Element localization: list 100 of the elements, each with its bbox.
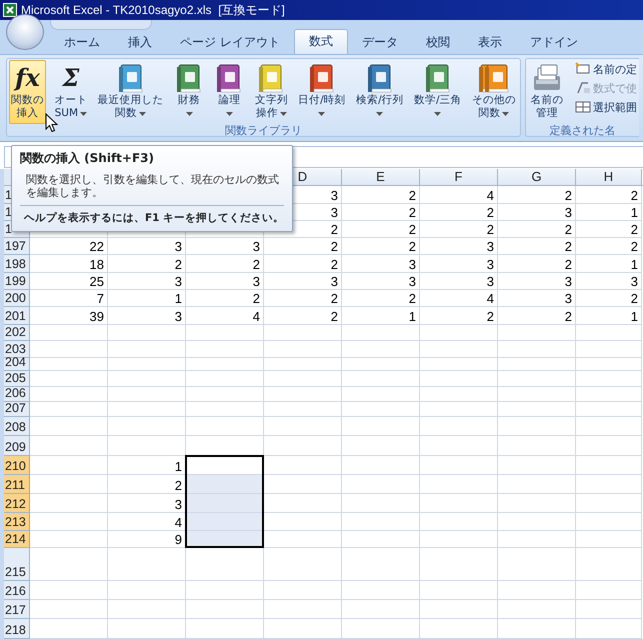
table-cell[interactable]: 9 — [108, 531, 186, 548]
table-cell[interactable]: 2 — [186, 290, 264, 307]
table-cell[interactable]: 4 — [108, 513, 186, 531]
table-cell[interactable]: 2 — [498, 255, 576, 273]
table-cell[interactable]: 3 — [498, 204, 576, 221]
table-cell[interactable]: 2 — [498, 307, 576, 325]
row-header[interactable]: 217 — [4, 600, 30, 619]
ribbon-button[interactable]: 文字列 操作 — [252, 60, 290, 124]
ribbon-tab[interactable]: 表示 — [464, 30, 516, 54]
table-cell[interactable]: 1 — [576, 307, 642, 325]
ribbon-button[interactable]: Σ オート SUM — [52, 60, 90, 124]
table-cell[interactable]: 2 — [342, 186, 420, 204]
table-cell[interactable]: 2 — [576, 221, 642, 238]
table-cell[interactable]: 4 — [420, 290, 498, 307]
table-cell[interactable]: 3 — [420, 255, 498, 273]
table-cell[interactable]: 3 — [342, 255, 420, 273]
table-cell[interactable]: 2 — [108, 475, 186, 494]
table-cell[interactable]: 25 — [30, 273, 108, 290]
table-cell[interactable]: 2 — [264, 238, 342, 255]
ribbon-button[interactable]: その他の 関数 — [470, 60, 518, 124]
table-cell[interactable]: 22 — [30, 238, 108, 255]
row-header[interactable]: 211 — [4, 475, 30, 494]
table-cell[interactable]: 3 — [420, 238, 498, 255]
table-cell[interactable]: 3 — [108, 238, 186, 255]
table-cell[interactable]: 2 — [498, 186, 576, 204]
table-cell[interactable]: 2 — [264, 255, 342, 273]
row-header[interactable]: 201 — [4, 307, 30, 325]
ribbon-tab[interactable]: アドイン — [516, 30, 592, 54]
row-header[interactable]: 198 — [4, 255, 30, 273]
ribbon-tab[interactable]: ホーム — [50, 30, 114, 54]
table-cell[interactable]: 3 — [498, 290, 576, 307]
table-cell[interactable]: 1 — [108, 456, 186, 475]
table-cell[interactable]: 18 — [30, 255, 108, 273]
table-cell[interactable]: 2 — [498, 238, 576, 255]
row-header[interactable]: 213 — [4, 513, 30, 531]
row-header[interactable]: 216 — [4, 581, 30, 600]
ribbon-button[interactable]: 名前の 管理 — [528, 60, 566, 124]
table-cell[interactable]: 1 — [576, 204, 642, 221]
table-cell[interactable]: 2 — [420, 307, 498, 325]
table-cell[interactable]: 4 — [186, 307, 264, 325]
ribbon-tab[interactable]: データ — [348, 30, 412, 54]
row-header[interactable]: 208 — [4, 417, 30, 436]
table-cell[interactable]: 2 — [186, 255, 264, 273]
table-cell[interactable]: 2 — [342, 290, 420, 307]
table-cell[interactable]: 3 — [108, 273, 186, 290]
table-cell[interactable]: 2 — [420, 204, 498, 221]
table-cell[interactable]: 2 — [420, 221, 498, 238]
row-header[interactable]: 199 — [4, 273, 30, 290]
table-cell[interactable]: 1 — [576, 255, 642, 273]
column-header[interactable]: G — [498, 169, 576, 185]
ribbon-button[interactable]: 最近使用した 関数 — [96, 60, 166, 124]
row-header[interactable]: 218 — [4, 619, 30, 639]
row-header[interactable]: 209 — [4, 436, 30, 456]
row-header[interactable]: 207 — [4, 402, 30, 417]
table-cell[interactable]: 2 — [342, 221, 420, 238]
ribbon-button[interactable]: 検索/行列 — [354, 60, 406, 124]
ribbon-button[interactable]: 論理 — [212, 60, 246, 124]
table-cell[interactable]: 2 — [576, 186, 642, 204]
ribbon-button[interactable]: 財務 — [172, 60, 206, 124]
ribbon-tab[interactable]: ページ レイアウト — [166, 30, 294, 54]
table-cell[interactable]: 3 — [342, 273, 420, 290]
table-cell[interactable]: 1 — [108, 290, 186, 307]
ribbon-tab[interactable]: 挿入 — [114, 30, 166, 54]
table-cell[interactable]: 2 — [342, 238, 420, 255]
row-header[interactable]: 200 — [4, 290, 30, 307]
ribbon-command[interactable]: 選択範囲 — [575, 99, 637, 115]
table-cell[interactable]: 2 — [264, 307, 342, 325]
column-header[interactable]: E — [342, 169, 420, 185]
table-cell[interactable]: 2 — [108, 255, 186, 273]
table-cell[interactable]: 3 — [498, 273, 576, 290]
table-cell[interactable]: 3 — [420, 273, 498, 290]
table-cell[interactable]: 3 — [264, 273, 342, 290]
column-header[interactable]: F — [420, 169, 498, 185]
column-header[interactable]: H — [576, 169, 642, 185]
row-header[interactable]: 203 — [4, 341, 30, 358]
table-cell[interactable]: 3 — [186, 273, 264, 290]
table-cell[interactable]: 4 — [420, 186, 498, 204]
ribbon-tab[interactable]: 数式 — [294, 29, 348, 54]
row-header[interactable]: 212 — [4, 494, 30, 513]
ribbon-command[interactable]: 名前の定 — [575, 61, 637, 77]
table-cell[interactable]: 3 — [108, 494, 186, 513]
row-header[interactable]: 214 — [4, 531, 30, 548]
row-header[interactable]: 197 — [4, 238, 30, 255]
row-header[interactable]: 204 — [4, 358, 30, 371]
table-cell[interactable]: 2 — [576, 290, 642, 307]
table-cell[interactable]: 2 — [576, 238, 642, 255]
row-header[interactable]: 210 — [4, 456, 30, 475]
table-cell[interactable]: 3 — [108, 307, 186, 325]
row-header[interactable]: 215 — [4, 548, 30, 581]
table-cell[interactable]: 2 — [342, 204, 420, 221]
row-header[interactable]: 202 — [4, 325, 30, 341]
ribbon-tab[interactable]: 校閲 — [412, 30, 464, 54]
row-header[interactable]: 206 — [4, 387, 30, 402]
table-cell[interactable]: 7 — [30, 290, 108, 307]
table-cell[interactable]: 2 — [264, 290, 342, 307]
table-cell[interactable]: 1 — [342, 307, 420, 325]
ribbon-button[interactable]: 数学/三角 — [412, 60, 464, 124]
ribbon-button[interactable]: 日付/時刻 — [296, 60, 348, 124]
table-cell[interactable]: 3 — [576, 273, 642, 290]
table-cell[interactable]: 39 — [30, 307, 108, 325]
